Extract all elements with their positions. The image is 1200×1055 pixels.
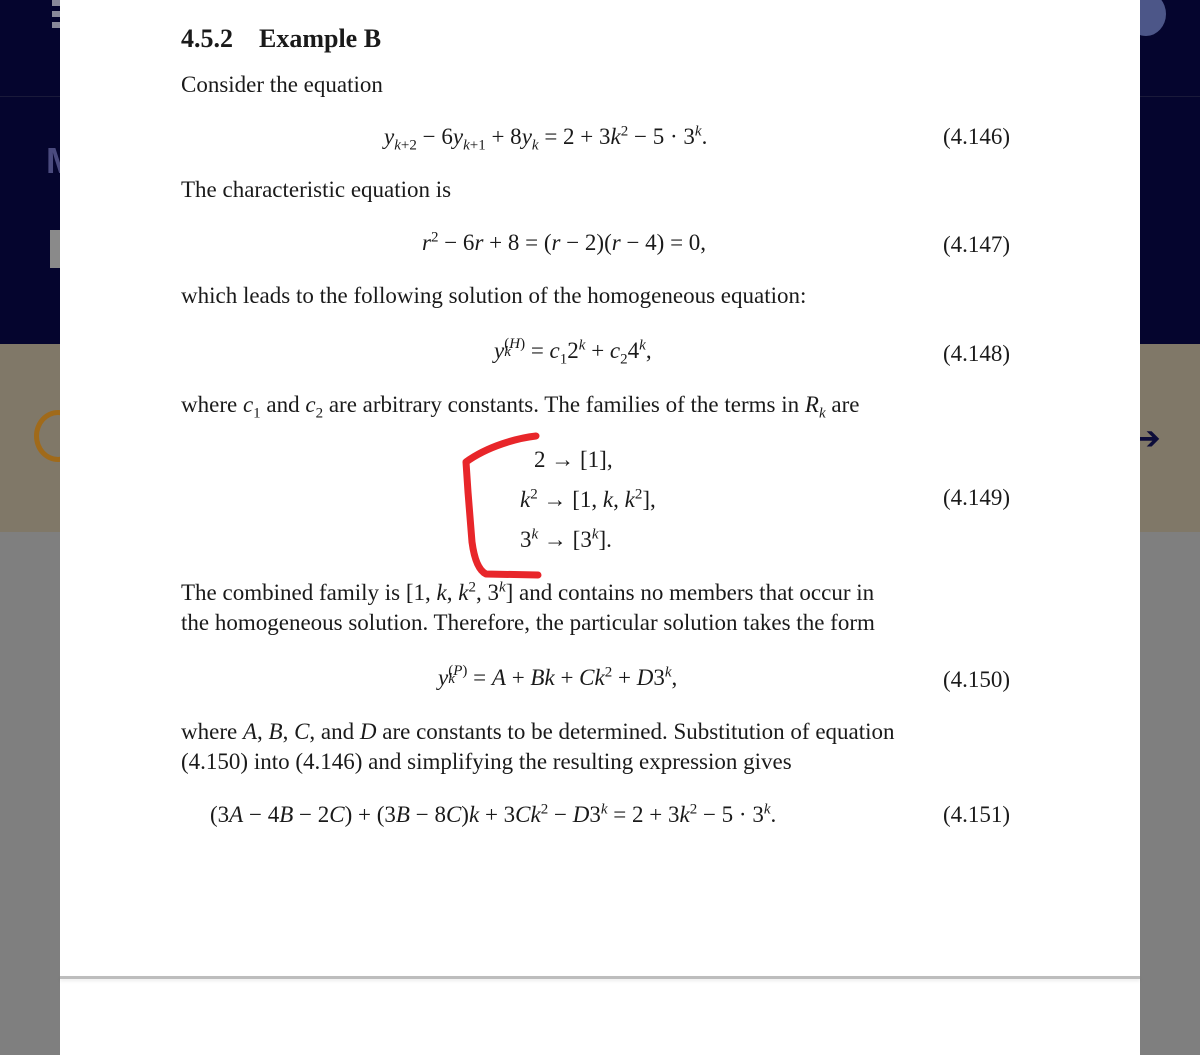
paragraph-combined-line1: The combined family is [1, k, k2, 3k] an… xyxy=(181,579,875,605)
family-row: k2 → [1, k, k2], xyxy=(520,486,656,512)
section-title: Example B xyxy=(259,24,382,53)
document-page: 4.5.2 Example B Consider the equation yk+… xyxy=(60,0,1140,1055)
equation-4-146: yk+2 − 6yk+1 + 8yk = 2 + 3k2 − 5 · 3k. xyxy=(384,123,708,154)
equation-4-150: y(P) k = A + Bk + Ck2 + D3k, xyxy=(438,663,678,690)
paragraph-substitution-line1: where A, B, C, and D are constants to be… xyxy=(181,719,895,744)
paragraph-homogeneous: which leads to the following solution of… xyxy=(181,283,807,308)
family-row: 3k → [3k]. xyxy=(520,526,612,552)
paragraph-families: where c1 and c2 are arbitrary constants.… xyxy=(181,392,860,422)
paragraph-intro: Consider the equation xyxy=(181,72,383,97)
equation-4-149: 2 → [1], k2 → [1, k, k2], 3k → [3k]. xyxy=(520,440,656,560)
paragraph-combined-line2: the homogeneous solution. Therefore, the… xyxy=(181,610,875,635)
paragraph-substitution-line2: (4.150) into (4.146) and simplifying the… xyxy=(181,749,792,774)
equation-number: (4.151) xyxy=(943,802,1011,827)
equation-4-147: r2 − 6r + 8 = (r − 2)(r − 4) = 0, xyxy=(422,229,707,255)
equation-number: (4.147) xyxy=(943,232,1011,257)
equation-number: (4.150) xyxy=(943,667,1011,692)
equation-4-148: y(H) k = c12k + c24k, xyxy=(494,336,652,368)
equation-number: (4.148) xyxy=(943,341,1011,366)
section-heading: 4.5.2 Example B xyxy=(181,24,381,54)
page-break-divider xyxy=(60,976,1140,979)
section-number: 4.5.2 xyxy=(181,24,233,53)
equation-4-151: (3A − 4B − 2C) + (3B − 8C)k + 3Ck2 − D3k… xyxy=(210,801,777,827)
paragraph-characteristic: The characteristic equation is xyxy=(181,177,452,202)
equation-number: (4.146) xyxy=(943,124,1011,149)
family-row: 2 → [1], xyxy=(534,447,613,472)
equation-number: (4.149) xyxy=(943,485,1011,510)
